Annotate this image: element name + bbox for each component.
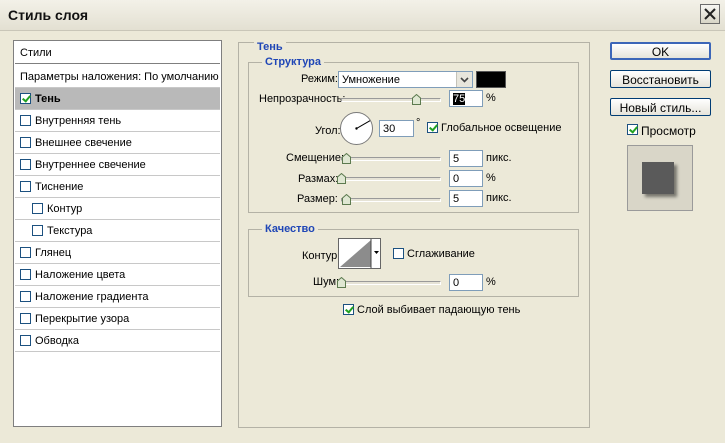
- style-checkbox[interactable]: [20, 159, 31, 170]
- spread-label: Размах:: [298, 173, 339, 185]
- panel-title: Тень: [254, 41, 286, 53]
- shadow-color-swatch[interactable]: [476, 71, 506, 88]
- spread-slider-track[interactable]: [341, 177, 441, 181]
- angle-unit: °: [416, 117, 421, 129]
- styles-list-item[interactable]: Параметры наложения: По умолчанию: [15, 66, 220, 88]
- style-checkbox[interactable]: [20, 247, 31, 258]
- structure-title: Структура: [262, 56, 324, 68]
- styles-list-item[interactable]: Перекрытие узора: [15, 308, 220, 330]
- angle-input[interactable]: 30: [379, 120, 414, 137]
- spread-slider-thumb[interactable]: [337, 172, 346, 184]
- close-button[interactable]: [700, 4, 720, 24]
- blend-mode-value: Умножение: [342, 74, 400, 86]
- styles-list-item-label: Обводка: [35, 335, 80, 347]
- style-checkbox[interactable]: [32, 203, 43, 214]
- styles-list-item[interactable]: Текстура: [15, 220, 220, 242]
- reset-button[interactable]: Восстановить: [610, 70, 711, 88]
- spread-input[interactable]: 0: [449, 170, 483, 187]
- global-light-label: Глобальное освещение: [441, 122, 562, 134]
- preview-label: Просмотр: [641, 124, 696, 138]
- styles-list-item[interactable]: Наложение цвета: [15, 264, 220, 286]
- title-bar: Стиль слоя: [0, 0, 725, 31]
- noise-input[interactable]: 0: [449, 274, 483, 291]
- noise-unit: %: [486, 276, 496, 288]
- quality-group: [248, 229, 579, 297]
- knockout-checkbox[interactable]: [343, 304, 354, 315]
- style-checkbox[interactable]: [20, 137, 31, 148]
- antialias-label: Сглаживание: [407, 248, 475, 260]
- style-checkbox[interactable]: [20, 93, 31, 104]
- styles-list-item[interactable]: Обводка: [15, 330, 220, 352]
- size-unit: пикс.: [486, 192, 512, 204]
- style-checkbox[interactable]: [20, 335, 31, 346]
- contour-preview-icon: [340, 239, 379, 268]
- styles-list-item-label: Тиснение: [35, 181, 84, 193]
- opacity-slider-track[interactable]: [341, 98, 441, 102]
- angle-dial[interactable]: [339, 111, 374, 146]
- style-checkbox[interactable]: [20, 115, 31, 126]
- styles-list-item[interactable]: Контур: [15, 198, 220, 220]
- distance-slider-track[interactable]: [341, 157, 441, 161]
- distance-label: Смещение:: [286, 152, 345, 164]
- spread-unit: %: [486, 172, 496, 184]
- noise-slider-track[interactable]: [341, 281, 441, 285]
- styles-list-item-label: Перекрытие узора: [35, 313, 130, 325]
- styles-list-item-label: Контур: [47, 203, 83, 215]
- angle-label: Угол:: [315, 125, 341, 137]
- noise-label: Шум:: [313, 276, 340, 288]
- styles-list-item[interactable]: Внешнее свечение: [15, 132, 220, 154]
- styles-list-item-label: Внутренняя тень: [35, 115, 122, 127]
- style-checkbox[interactable]: [20, 181, 31, 192]
- new-style-button[interactable]: Новый стиль...: [610, 98, 711, 116]
- contour-label: Контур:: [302, 250, 341, 262]
- global-light-checkbox[interactable]: [427, 122, 438, 133]
- style-checkbox[interactable]: [32, 225, 43, 236]
- styles-list-item-label: Параметры наложения: По умолчанию: [20, 71, 219, 83]
- distance-input[interactable]: 5: [449, 150, 483, 167]
- style-checkbox[interactable]: [20, 269, 31, 280]
- distance-unit: пикс.: [486, 152, 512, 164]
- styles-list-item-label: Тень: [35, 93, 61, 105]
- blend-mode-select[interactable]: Умножение: [338, 71, 473, 88]
- styles-list-item-label: Внешнее свечение: [35, 137, 132, 149]
- styles-list-item-label: Глянец: [35, 247, 72, 259]
- close-icon: [704, 8, 716, 20]
- style-preview: [627, 145, 693, 211]
- size-slider-thumb[interactable]: [342, 193, 351, 205]
- size-input[interactable]: 5: [449, 190, 483, 207]
- styles-list-item-label: Внутреннее свечение: [35, 159, 146, 171]
- distance-slider-thumb[interactable]: [342, 152, 351, 164]
- antialias-checkbox[interactable]: [393, 248, 404, 259]
- preview-checkbox[interactable]: [627, 124, 638, 135]
- styles-list-item-label: Текстура: [47, 225, 93, 237]
- preview-swatch: [642, 162, 674, 194]
- opacity-slider-thumb[interactable]: [411, 93, 421, 105]
- styles-list-item[interactable]: Глянец: [15, 242, 220, 264]
- noise-slider-thumb[interactable]: [337, 276, 346, 288]
- size-slider-track[interactable]: [341, 198, 441, 202]
- chevron-down-icon: [456, 72, 472, 87]
- opacity-label: Непрозрачность:: [259, 93, 346, 105]
- size-label: Размер:: [297, 193, 338, 205]
- quality-title: Качество: [262, 223, 318, 235]
- style-checkbox[interactable]: [20, 291, 31, 302]
- window-title: Стиль слоя: [8, 7, 88, 23]
- knockout-label: Слой выбивает падающую тень: [357, 304, 521, 316]
- styles-list-item-label: Наложение градиента: [35, 291, 149, 303]
- styles-list: Стили Параметры наложения: По умолчанию Т…: [13, 40, 222, 427]
- contour-picker[interactable]: [338, 238, 381, 269]
- style-checkbox[interactable]: [20, 313, 31, 324]
- styles-list-item-label: Наложение цвета: [35, 269, 126, 281]
- styles-list-item[interactable]: Внутреннее свечение: [15, 154, 220, 176]
- opacity-unit: %: [486, 92, 496, 104]
- opacity-input[interactable]: 75: [449, 90, 483, 107]
- styles-header[interactable]: Стили: [15, 42, 220, 64]
- styles-list-item[interactable]: Тень: [15, 88, 220, 110]
- ok-button[interactable]: OK: [610, 42, 711, 60]
- styles-list-item[interactable]: Тиснение: [15, 176, 220, 198]
- styles-list-item[interactable]: Внутренняя тень: [15, 110, 220, 132]
- mode-label: Режим:: [301, 73, 338, 85]
- styles-list-item[interactable]: Наложение градиента: [15, 286, 220, 308]
